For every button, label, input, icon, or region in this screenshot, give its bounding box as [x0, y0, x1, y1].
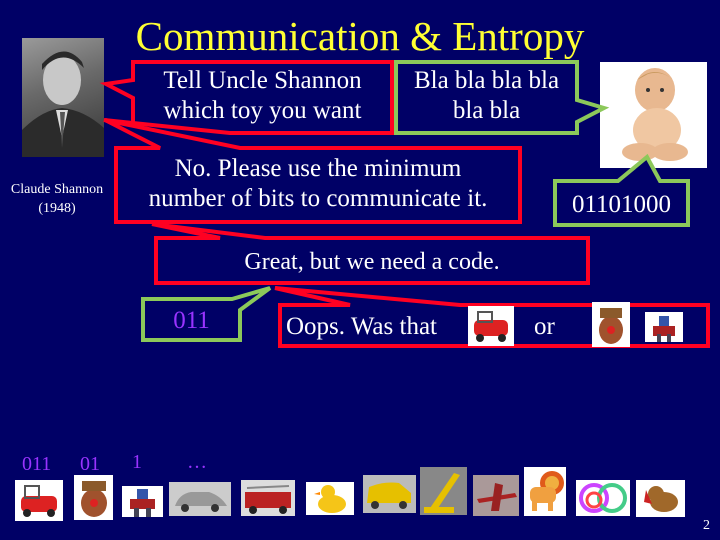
toy-potato-head [74, 475, 113, 520]
bubble-2-text: Bla bla bla bla bla bla [396, 66, 577, 126]
toy-rubber-duck [306, 482, 354, 515]
code-label-1: 011 [22, 453, 52, 475]
oops-toy-potato-head [592, 302, 630, 347]
bubble-7-text: Oops. Was that [286, 313, 437, 340]
bubble-7-or: or [534, 313, 555, 340]
code-label-2: 01 [80, 453, 100, 475]
bubble-5-text: Great, but we need a code. [244, 249, 500, 275]
oops-toy-red-car [468, 306, 514, 346]
bubble-3-line2: number of bits to communicate it. [148, 185, 488, 212]
toy-yellow-crane [420, 467, 467, 515]
page-number: 2 [703, 518, 710, 533]
bubble-1-line2: which toy you want [163, 97, 362, 124]
toy-transformer [122, 486, 163, 517]
toy-fire-truck [241, 480, 295, 516]
code-label-3: 1 [132, 451, 142, 473]
code-label-ellipsis: … [187, 451, 207, 473]
toy-plush-dog [636, 480, 685, 517]
oops-toy-transformer [645, 312, 683, 342]
toy-yellow-van [363, 475, 416, 513]
bubble-4-text: 01101000 [571, 191, 672, 218]
bubble-2-line2: bla bla [452, 97, 521, 124]
toy-slinky [576, 480, 630, 516]
bubble-3-text: No. Please use the minimum number of bit… [116, 154, 520, 214]
toy-lion [524, 467, 566, 516]
toy-red-airplane [473, 475, 519, 516]
bubble-1-line1: Tell Uncle Shannon [163, 67, 362, 94]
bubble-1-text: Tell Uncle Shannon which toy you want [133, 66, 392, 126]
bubble-2-line1: Bla bla bla bla [413, 67, 560, 94]
toy-grey-car [169, 482, 231, 516]
bubble-3-line1: No. Please use the minimum [174, 155, 462, 182]
bubble-6-text: 011 [173, 307, 210, 334]
toy-red-car [15, 480, 63, 521]
